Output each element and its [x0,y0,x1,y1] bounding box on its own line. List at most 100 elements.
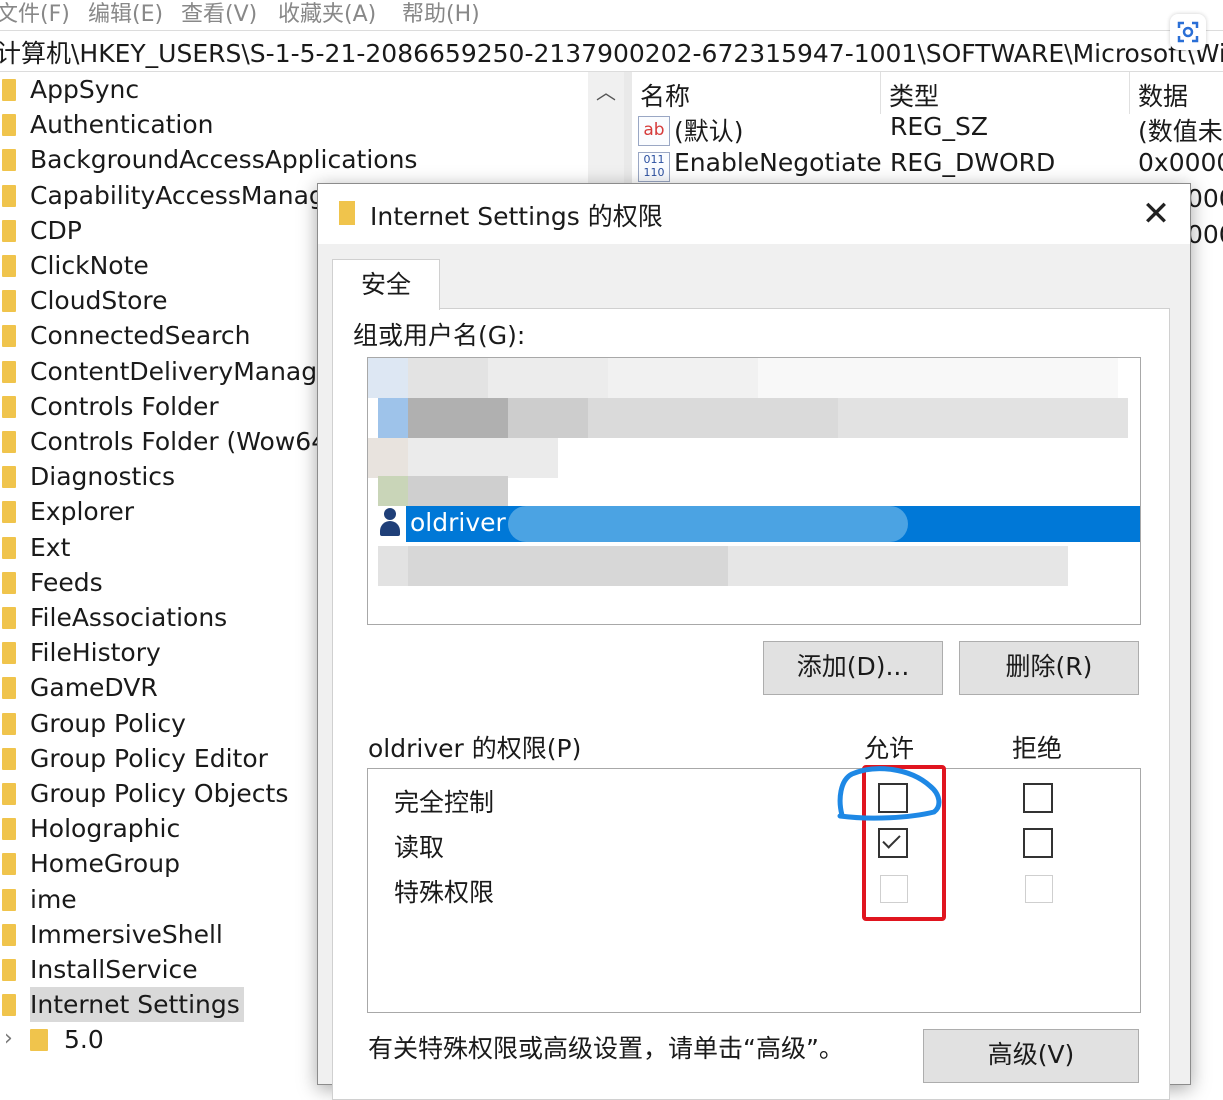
tree-item-label: BackgroundAccessApplications [30,145,418,175]
tree-item-label: Group Policy [30,708,186,738]
tree-item-label: ClickNote [30,251,149,280]
tree-item-label: Internet Settings [30,987,244,1023]
address-bar[interactable]: 计算机\HKEY_USERS\S-1-5-21-2086659250-21379… [0,30,1223,72]
group-or-user-label: 组或用户名(G): [353,321,526,350]
redacted-user-row [368,438,558,478]
add-button[interactable]: 添加(D)... [763,641,943,695]
folder-icon [2,853,16,876]
dialog-title-bar[interactable]: Internet Settings 的权限 ✕ [318,184,1190,244]
value-row[interactable]: 011 110 EnableNegotiate REG_DWORD 0x0000… [632,148,1223,184]
column-separator[interactable] [1129,72,1130,114]
value-type: REG_SZ [890,112,989,141]
user-icon [378,508,402,538]
selected-user-name: oldriver [410,508,506,537]
redacted-user-row [368,358,1118,398]
menu-file[interactable]: 文件(F) [0,0,70,28]
redacted-user-row [368,476,508,506]
deny-special-checkbox [1025,875,1053,903]
tab-security[interactable]: 安全 [332,259,440,310]
value-name: EnableNegotiate [674,148,882,177]
redacted-user-detail [508,506,908,542]
close-icon[interactable]: ✕ [1136,194,1176,234]
tree-item-label: ImmersiveShell [30,919,223,949]
tree-item-label: Group Policy Editor [30,743,268,773]
permissions-dialog: Internet Settings 的权限 ✕ 安全 组或用户名(G): old… [317,183,1191,1100]
screen-capture-icon[interactable] [1170,14,1206,50]
redacted-user-row [368,398,1130,438]
folder-icon [2,149,16,172]
folder-icon [2,677,16,700]
dialog-title: Internet Settings 的权限 [370,202,663,231]
menu-favorites[interactable]: 收藏夹(A) [278,0,376,28]
tree-item-label: FileHistory [30,638,161,668]
value-data: (数值未设置) [1138,117,1223,146]
value-row[interactable]: ab (默认) REG_SZ (数值未设置) [632,112,1223,148]
value-data: 0x00000001 [1138,148,1223,177]
folder-icon [2,571,16,594]
column-separator[interactable] [880,72,881,114]
menu-help[interactable]: 帮助(H) [402,0,480,28]
tree-item-label: GameDVR [30,673,158,703]
permission-read: 读取 [394,833,445,862]
tree-item[interactable]: AppSync [0,72,600,107]
deny-full-control-checkbox[interactable] [1023,783,1053,813]
column-header-data[interactable]: 数据 [1138,77,1188,113]
menu-view[interactable]: 查看(V) [181,0,257,28]
redacted-user-row [368,546,1068,586]
folder-icon [2,395,16,418]
folder-icon [2,536,16,559]
tree-item-label: ContentDeliveryManager [30,356,343,386]
scroll-up-icon[interactable]: ︿ [596,76,616,105]
tree-item-label: Feeds [30,567,103,597]
tree-item-label: CloudStore [30,286,168,316]
folder-icon [2,325,16,348]
tree-item-label: Diagnostics [30,462,176,492]
tree-item-label: Controls Folder [30,391,219,421]
folder-icon [2,114,16,137]
user-list[interactable]: oldriver [367,357,1141,625]
folder-icon [2,219,16,242]
advanced-button[interactable]: 高级(V) [923,1029,1139,1083]
folder-icon [2,79,16,101]
folder-icon [2,783,16,805]
value-type: REG_DWORD [890,148,1056,177]
tree-item-label: ime [30,884,77,914]
chevron-right-icon[interactable]: › [4,1026,13,1051]
string-value-icon: ab [638,116,670,146]
tree-item[interactable]: Authentication [0,107,600,142]
value-data-partial: 000 [1187,220,1223,249]
folder-icon [2,466,16,489]
folder-icon [2,747,16,770]
tree-item-label: ConnectedSearch [30,321,251,351]
folder-icon [2,290,16,313]
value-name: (默认) [674,117,744,146]
blue-scribble-annotation [837,766,942,821]
menu-edit[interactable]: 编辑(E) [88,0,163,28]
tree-item-label: 5.0 [64,1025,104,1055]
permission-special: 特殊权限 [394,878,495,907]
tree-item-label: HomeGroup [30,849,180,879]
address-path[interactable]: 计算机\HKEY_USERS\S-1-5-21-2086659250-21379… [0,34,1223,70]
column-header-name[interactable]: 名称 [640,77,690,113]
tree-item-label: InstallService [30,955,198,984]
deny-read-checkbox[interactable] [1023,828,1053,858]
folder-icon [2,818,16,841]
folder-icon [2,501,16,524]
folder-icon [2,712,16,735]
remove-button[interactable]: 删除(R) [959,641,1139,695]
permissions-list: 完全控制 读取 特殊权限 [367,768,1141,1013]
tree-item-label: CapabilityAccessManager [30,180,351,210]
folder-icon [30,1029,48,1052]
tree-item-label: Controls Folder (Wow64) [30,427,337,456]
folder-icon [2,959,16,981]
tree-item[interactable]: BackgroundAccessApplications [0,142,600,177]
column-header-type[interactable]: 类型 [889,77,939,113]
tree-item-label: Holographic [30,814,181,844]
tree-scrollbar[interactable]: ︿ [588,72,624,192]
tree-item-label: Authentication [30,110,214,140]
deny-column-header: 拒绝 [1012,734,1063,763]
folder-icon [2,360,16,383]
folder-icon [2,255,16,277]
value-data-partial: 000 [1187,184,1223,213]
folder-icon [339,201,355,225]
